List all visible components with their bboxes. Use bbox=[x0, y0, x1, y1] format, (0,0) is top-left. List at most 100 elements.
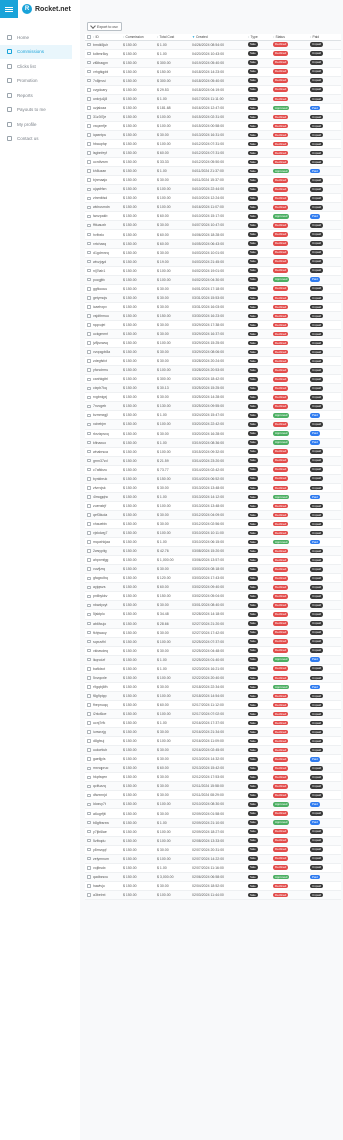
table-row[interactable]: hvfbxlo $ 150.00 $ 60.00 04/06/2024 18:28:0… bbox=[85, 230, 341, 240]
table-row[interactable]: kdbmr8cy $ 150.00 $ 1.00 04/20/2024 10:43:0… bbox=[85, 50, 341, 59]
row-checkbox[interactable] bbox=[87, 332, 91, 336]
table-row[interactable]: hawtvjo $ 150.00 $ 30.00 02/04/2024 18:52:0… bbox=[85, 882, 341, 891]
table-row[interactable]: nlj7tab1 $ 150.00 $ 100.00 04/02/2024 19:01… bbox=[85, 267, 341, 276]
brand[interactable]: R Rocket.net bbox=[22, 3, 71, 15]
table-row[interactable]: zlvrrcjsk $ 150.00 $ 30.00 03/13/2024 13:48… bbox=[85, 484, 341, 493]
row-checkbox[interactable] bbox=[87, 187, 91, 192]
row-checkbox[interactable] bbox=[87, 69, 91, 74]
sidebar-item-clicks-list[interactable]: Clicks list bbox=[0, 59, 72, 74]
table-row[interactable]: qef3iiuda $ 150.00 $ 30.00 03/12/2024 04:09… bbox=[85, 510, 341, 520]
row-checkbox[interactable] bbox=[87, 648, 91, 653]
row-checkbox[interactable] bbox=[87, 639, 91, 644]
row-checkbox[interactable] bbox=[87, 811, 91, 816]
table-row[interactable]: wlvzjqyd $ 150.00 $ 19.00 04/03/2024 21:45:… bbox=[85, 257, 341, 267]
sidebar-item-contact-us[interactable]: Contact us bbox=[0, 132, 72, 147]
row-checkbox[interactable] bbox=[87, 504, 91, 508]
table-row[interactable]: mxnqpruc $ 150.00 $ 60.00 02/13/2024 15:42:… bbox=[85, 764, 341, 774]
sidebar-item-my-profile[interactable]: My profile bbox=[0, 117, 72, 132]
row-checkbox[interactable] bbox=[87, 241, 91, 246]
table-row[interactable]: bmdk5juh $ 150.00 $ 1.00 04/26/2024 08:54:0… bbox=[85, 40, 341, 50]
table-row[interactable]: iqaxntpu $ 150.00 $ 30.00 04/13/2024 16:31:… bbox=[85, 130, 341, 141]
menu-toggle-button[interactable] bbox=[0, 0, 18, 18]
row-checkbox[interactable] bbox=[87, 115, 91, 119]
row-checkbox[interactable] bbox=[87, 359, 91, 363]
row-checkbox[interactable] bbox=[87, 422, 91, 427]
table-row[interactable]: getymojs $ 150.00 $ 30.00 03/31/2024 15:53:… bbox=[85, 293, 341, 303]
table-row[interactable]: lsgbnfeyf $ 150.00 $ 60.00 04/12/2024 07:31… bbox=[85, 149, 341, 159]
table-row[interactable]: rxgbnigxj $ 150.00 $ 30.00 03/25/2024 14:28… bbox=[85, 393, 341, 403]
table-row[interactable]: 7nvcgeb $ 150.00 $ 130.00 03/25/2024 09:55:… bbox=[85, 402, 341, 412]
table-row[interactable]: yfcnolrmu $ 150.00 $ 100.00 03/28/2024 20:5… bbox=[85, 366, 341, 376]
table-row[interactable]: lkqrcdzf $ 150.00 $ 1.00 02/25/2024 01:40:0… bbox=[85, 655, 341, 665]
table-row[interactable]: xhaueblv $ 150.00 $ 30.00 03/12/2024 02:56:… bbox=[85, 520, 341, 530]
table-row[interactable]: y8rnvqqf $ 150.00 $ 30.00 02/07/2024 20:31:… bbox=[85, 846, 341, 855]
table-row[interactable]: zelymnum $ 150.00 $ 100.00 02/07/2024 14:22… bbox=[85, 854, 341, 864]
sidebar-item-commissions[interactable]: Commissions bbox=[0, 44, 72, 59]
row-checkbox[interactable] bbox=[87, 703, 91, 707]
row-checkbox[interactable] bbox=[87, 277, 91, 282]
row-checkbox[interactable] bbox=[87, 549, 91, 553]
table-row[interactable]: c7afkbzu $ 150.00 $ 73.77 03/14/2024 02:42:… bbox=[85, 466, 341, 475]
table-row[interactable]: 2wsypitg $ 150.00 $ 42.76 03/08/2024 15:20:… bbox=[85, 547, 341, 557]
row-checkbox[interactable] bbox=[87, 730, 91, 734]
row-checkbox[interactable] bbox=[87, 377, 91, 381]
column-header-paid[interactable]: ↕Paid bbox=[310, 35, 340, 39]
row-checkbox[interactable] bbox=[87, 486, 91, 490]
row-checkbox[interactable] bbox=[87, 829, 91, 834]
table-row[interactable]: zdegfsfct $ 150.00 $ 30.00 03/28/2024 20:24… bbox=[85, 357, 341, 367]
table-row[interactable]: vjxkdwg7 $ 150.00 $ 100.00 03/10/2024 10:11… bbox=[85, 529, 341, 539]
table-row[interactable]: zuenstrjf $ 150.00 $ 100.00 03/13/2024 13:4… bbox=[85, 502, 341, 511]
table-row[interactable]: hbaupfqr $ 150.00 $ 100.00 04/12/2024 07:31… bbox=[85, 140, 341, 150]
row-checkbox[interactable] bbox=[87, 576, 91, 581]
row-checkbox[interactable] bbox=[87, 78, 91, 83]
column-header-total-cost[interactable]: ↕Total Cost bbox=[157, 35, 192, 39]
row-checkbox[interactable] bbox=[87, 250, 91, 255]
row-checkbox[interactable] bbox=[87, 350, 91, 354]
row-checkbox[interactable] bbox=[87, 440, 91, 445]
row-checkbox[interactable] bbox=[87, 368, 91, 372]
column-header-status[interactable]: ↕Status bbox=[273, 35, 310, 39]
table-row[interactable]: vxqzmfje $ 150.00 $ 100.00 04/15/2024 00:58… bbox=[85, 122, 341, 131]
table-row[interactable]: a6ugrfjtt $ 150.00 $ 30.00 02/09/2024 01:58… bbox=[85, 809, 341, 819]
row-checkbox[interactable] bbox=[87, 305, 91, 309]
row-checkbox[interactable] bbox=[87, 766, 91, 771]
table-row[interactable]: icaehxpv $ 150.00 $ 30.00 03/31/2024 16:03:… bbox=[85, 303, 341, 312]
row-checkbox[interactable] bbox=[87, 88, 91, 92]
table-row[interactable]: uukcrtiub $ 150.00 $ 30.00 02/16/2024 02:45… bbox=[85, 746, 341, 756]
row-checkbox[interactable] bbox=[87, 522, 91, 526]
table-row[interactable]: cvgdoary $ 150.00 $ 29.53 04/18/2024 04:19:… bbox=[85, 86, 341, 95]
row-checkbox[interactable] bbox=[87, 802, 91, 807]
table-row[interactable]: qclfuzzq $ 150.00 $ 30.00 02/11/2024 15:58:… bbox=[85, 782, 341, 792]
row-checkbox[interactable] bbox=[87, 585, 91, 590]
row-checkbox[interactable] bbox=[87, 449, 91, 454]
row-checkbox[interactable] bbox=[87, 685, 91, 689]
table-row[interactable]: nkwdycyt $ 150.00 $ 30.00 03/01/2024 08:40:… bbox=[85, 601, 341, 611]
table-row[interactable]: r9gqbj6fh $ 150.00 $ 30.00 02/18/2024 22:34… bbox=[85, 683, 341, 692]
row-checkbox[interactable] bbox=[87, 60, 91, 65]
column-header-commission[interactable]: ↕Commission bbox=[123, 35, 157, 39]
row-checkbox[interactable] bbox=[87, 458, 91, 463]
row-checkbox[interactable] bbox=[87, 793, 91, 798]
column-header-id[interactable]: ↕ID bbox=[93, 35, 123, 39]
table-row[interactable]: vuvfjzrq $ 150.00 $ 30.00 03/03/2024 08:18:… bbox=[85, 565, 341, 575]
table-row[interactable]: whabrsca $ 150.00 $ 100.00 03/15/2024 09:32… bbox=[85, 448, 341, 457]
table-row[interactable]: d1gdmnrq $ 150.00 $ 30.00 04/03/2024 10:01:… bbox=[85, 249, 341, 258]
table-row[interactable]: 31z3t7je $ 150.00 $ 100.00 04/15/2024 02:31… bbox=[85, 112, 341, 122]
table-row[interactable]: rqqxujei $ 150.00 $ 30.00 03/29/2024 17:38:… bbox=[85, 321, 341, 330]
row-checkbox[interactable] bbox=[87, 431, 91, 436]
table-row[interactable]: bzmmxgjl $ 150.00 $ 1.00 03/24/2024 15:47:0… bbox=[85, 411, 341, 421]
table-row[interactable]: bafldxct $ 150.00 $ 1.00 02/23/2024 16:21:0… bbox=[85, 665, 341, 674]
row-checkbox[interactable] bbox=[87, 603, 91, 608]
row-checkbox[interactable] bbox=[87, 757, 91, 761]
row-checkbox[interactable] bbox=[87, 160, 91, 164]
row-checkbox[interactable] bbox=[87, 214, 91, 219]
row-checkbox[interactable] bbox=[87, 567, 91, 571]
row-checkbox[interactable] bbox=[87, 142, 91, 146]
table-row[interactable]: rkrzizpsxq $ 150.00 $ 30.00 03/20/2024 16:2… bbox=[85, 430, 341, 439]
table-row[interactable]: hkpfxqen $ 150.00 $ 30.00 02/12/2024 17:53:… bbox=[85, 773, 341, 783]
table-row[interactable]: kflnaxuo $ 150.00 $ 1.00 03/19/2024 08:36:0… bbox=[85, 438, 341, 448]
sidebar-item-reports[interactable]: Reports bbox=[0, 88, 72, 103]
row-checkbox[interactable] bbox=[87, 739, 91, 743]
table-row[interactable]: ahpxmfgg $ 150.00 $ 1,000.00 03/06/2024 13:… bbox=[85, 556, 341, 566]
row-checkbox[interactable] bbox=[87, 205, 91, 210]
